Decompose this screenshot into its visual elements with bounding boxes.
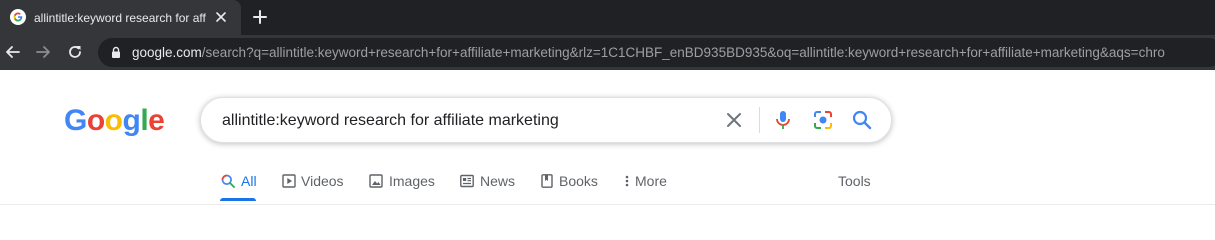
url-host: google.com [132,45,202,60]
back-arrow-icon[interactable] [4,43,22,61]
forward-arrow-icon[interactable] [34,43,52,61]
search-input[interactable]: allintitle:keyword research for affiliat… [222,111,559,131]
search-divider [759,107,760,133]
tab-title: allintitle:keyword research for affiliat… [34,11,206,25]
tab-label: Videos [301,173,344,189]
browser-tab-strip: allintitle:keyword research for affiliat… [0,0,1215,35]
tab-label: Books [559,173,598,189]
browser-tab[interactable]: allintitle:keyword research for affiliat… [0,0,241,35]
google-favicon-icon [10,9,26,25]
logo-letter: e [148,104,165,137]
more-vert-icon [625,175,629,187]
header-divider [0,204,1215,205]
tab-label: All [241,173,257,189]
book-icon [541,174,553,188]
tab-label: News [480,173,516,189]
browser-toolbar: google.com/search?q=allintitle:keyword+r… [0,35,1215,70]
news-icon [460,174,474,188]
logo-letter: G [64,104,87,137]
clear-icon[interactable] [723,109,745,131]
search-icon[interactable] [851,109,873,131]
logo-letter: o [86,104,105,137]
logo-letter: l [140,104,149,137]
tab-all[interactable]: All [221,172,261,190]
active-tab-indicator [220,198,256,201]
search-nav-tabs: All Videos Images News Books More Tools [0,165,1215,205]
new-tab-icon[interactable] [252,9,268,25]
search-icon [221,174,235,188]
microphone-icon[interactable] [772,109,794,131]
reload-icon[interactable] [66,43,84,61]
google-logo[interactable]: Google [64,104,165,138]
tab-more[interactable]: More [622,172,672,190]
logo-letter: o [104,104,123,137]
tab-label: Images [389,173,435,189]
search-box[interactable]: allintitle:keyword research for affiliat… [200,97,892,143]
url-path: /search?q=allintitle:keyword+research+fo… [201,45,1165,60]
video-icon [282,174,296,188]
logo-letter: g [122,104,141,137]
camera-lens-icon[interactable] [812,109,834,131]
tab-books[interactable]: Books [540,172,604,190]
address-bar[interactable]: google.com/search?q=allintitle:keyword+r… [98,38,1215,67]
tools-label: Tools [838,173,871,189]
image-icon [369,174,383,188]
lock-icon[interactable] [110,46,122,59]
tools-button[interactable]: Tools [838,172,878,190]
tab-label: More [635,173,667,189]
tab-videos[interactable]: Videos [282,172,352,190]
close-tab-icon[interactable] [214,10,228,24]
tab-images[interactable]: Images [369,172,441,190]
tab-news[interactable]: News [460,172,520,190]
url-text[interactable]: google.com/search?q=allintitle:keyword+r… [132,44,1165,61]
